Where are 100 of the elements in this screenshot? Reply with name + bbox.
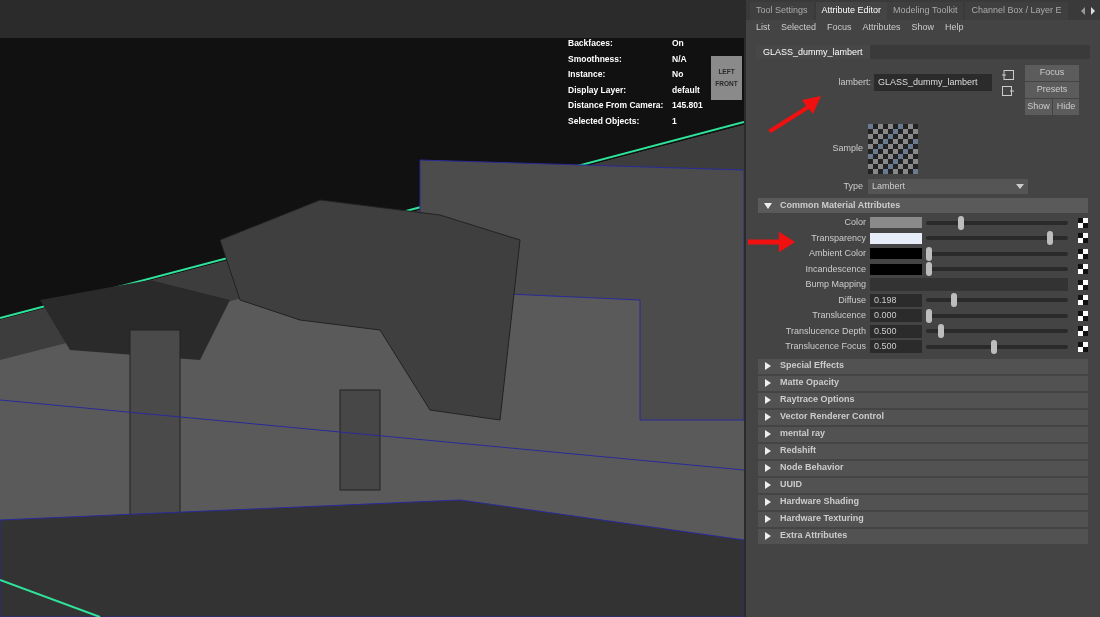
checker-map-icon[interactable] [1078, 233, 1088, 244]
input-connection-icon[interactable] [1002, 70, 1014, 80]
number-field[interactable]: 0.198 [870, 293, 922, 307]
section-header[interactable]: Redshift [758, 443, 1088, 459]
collapsed-triangle-icon[interactable] [764, 396, 772, 404]
show-button[interactable]: Show [1025, 99, 1052, 115]
checker-map-icon[interactable] [1078, 341, 1088, 352]
section-header[interactable]: Raytrace Options [758, 392, 1088, 408]
hide-button[interactable]: Hide [1053, 99, 1079, 115]
collapsed-triangle-icon[interactable] [764, 362, 772, 370]
section-header[interactable]: Extra Attributes [758, 528, 1088, 544]
slider-track[interactable] [926, 324, 1068, 339]
hud-label: Selected Objects: [568, 114, 641, 128]
type-dropdown[interactable]: Lambert [868, 179, 1028, 194]
collapsed-triangle-icon[interactable] [764, 498, 772, 506]
dropdown-caret-icon [1016, 184, 1024, 189]
collapsed-triangle-icon[interactable] [764, 481, 772, 489]
slider-track[interactable] [926, 246, 1068, 261]
collapsed-triangle-icon[interactable] [764, 413, 772, 421]
checker-map-icon[interactable] [1078, 264, 1088, 275]
menu-item[interactable]: Selected [781, 20, 817, 35]
slider-thumb[interactable] [1047, 231, 1054, 246]
checker-map-icon[interactable] [1078, 279, 1088, 290]
node-tab[interactable]: GLASS_dummy_lambert [756, 45, 870, 59]
section-header[interactable]: UUID [758, 477, 1088, 493]
color-swatch[interactable] [870, 217, 922, 229]
presets-button[interactable]: Presets [1025, 82, 1079, 98]
panel-tab[interactable]: Channel Box / Layer E [965, 2, 1068, 20]
slider-track[interactable] [926, 339, 1068, 354]
section-header[interactable]: Matte Opacity [758, 375, 1088, 391]
menu-item[interactable]: Attributes [862, 20, 901, 35]
section-title: Node Behavior [780, 461, 844, 475]
slider-track[interactable] [926, 215, 1068, 230]
collapsed-triangle-icon[interactable] [764, 379, 772, 387]
node-name-field[interactable]: GLASS_dummy_lambert [874, 74, 992, 91]
collapsed-triangle-icon[interactable] [764, 532, 772, 540]
slider-thumb[interactable] [926, 262, 932, 277]
number-field[interactable]: 0.500 [870, 324, 922, 338]
menu-item[interactable]: Show [911, 20, 935, 35]
menu-item[interactable]: List [756, 20, 770, 35]
hud-label: Distance From Camera: [568, 99, 665, 112]
slider-track[interactable] [926, 231, 1068, 246]
output-connection-icon[interactable] [1002, 86, 1014, 96]
hud-label: Backfaces: [568, 37, 614, 50]
section-title: Special Effects [780, 359, 845, 373]
attribute-label: Bump Mapping [804, 278, 867, 291]
section-title: Redshift [780, 444, 816, 458]
checker-map-icon[interactable] [1078, 310, 1088, 321]
section-title: Common Material Attributes [780, 198, 901, 212]
collapsed-triangle-icon[interactable] [764, 515, 772, 523]
panel-tab[interactable]: Modeling Toolkit [887, 2, 964, 20]
slider-thumb[interactable] [938, 324, 944, 339]
slider-track[interactable] [926, 262, 1068, 277]
hud-value: No [672, 68, 685, 81]
section-header[interactable]: Hardware Shading [758, 494, 1088, 510]
section-header[interactable]: Vector Renderer Control [758, 409, 1088, 425]
slider-thumb[interactable] [951, 293, 958, 308]
section-header[interactable]: Special Effects [758, 358, 1088, 374]
color-swatch[interactable] [870, 232, 922, 244]
number-field[interactable]: 0.500 [870, 340, 922, 354]
scroll-right-icon[interactable] [1090, 7, 1096, 15]
section-header[interactable]: Common Material Attributes [758, 198, 1088, 213]
collapsed-triangle-icon[interactable] [764, 464, 772, 472]
number-field[interactable]: 0.000 [870, 309, 922, 323]
hud-value: On [672, 37, 685, 50]
collapsed-triangle-icon[interactable] [764, 430, 772, 438]
checker-map-icon[interactable] [1078, 217, 1088, 228]
expanded-triangle-icon[interactable] [764, 201, 772, 210]
node-type-label: lambert: [838, 75, 871, 89]
section-header[interactable]: Node Behavior [758, 460, 1088, 476]
attribute-label: Translucence Depth [784, 324, 867, 338]
section-title: Extra Attributes [780, 529, 848, 543]
color-swatch[interactable] [870, 248, 922, 260]
menu-item[interactable]: Help [945, 20, 964, 35]
panel-tab[interactable]: Attribute Editor [815, 2, 888, 20]
slider-track[interactable] [926, 293, 1068, 308]
color-swatch[interactable] [870, 263, 922, 275]
slider-thumb[interactable] [926, 308, 932, 323]
slider-thumb[interactable] [958, 215, 965, 230]
panel-tab[interactable]: Tool Settings [750, 2, 814, 20]
section-title: Hardware Shading [780, 495, 860, 509]
checker-map-icon[interactable] [1078, 295, 1088, 306]
section-title: Matte Opacity [780, 376, 839, 390]
slider-thumb[interactable] [926, 246, 932, 261]
hud-label: Instance: [568, 68, 607, 81]
map-slot-field[interactable] [870, 278, 1068, 292]
checker-map-icon[interactable] [1078, 248, 1088, 259]
section-header[interactable]: Hardware Texturing [758, 511, 1088, 527]
hud-value: 1 [672, 114, 678, 128]
collapsed-triangle-icon[interactable] [764, 447, 772, 455]
scroll-left-icon[interactable] [1080, 7, 1086, 15]
menu-item[interactable]: Focus [827, 20, 852, 35]
focus-button[interactable]: Focus [1025, 65, 1079, 81]
checker-map-icon[interactable] [1078, 326, 1088, 337]
slider-track[interactable] [926, 308, 1068, 323]
attribute-label: Translucence Focus [784, 340, 867, 353]
slider-thumb[interactable] [991, 339, 998, 354]
hud-label: Display Layer: [568, 83, 628, 97]
material-sample-swatch [868, 124, 918, 174]
section-header[interactable]: mental ray [758, 426, 1088, 442]
